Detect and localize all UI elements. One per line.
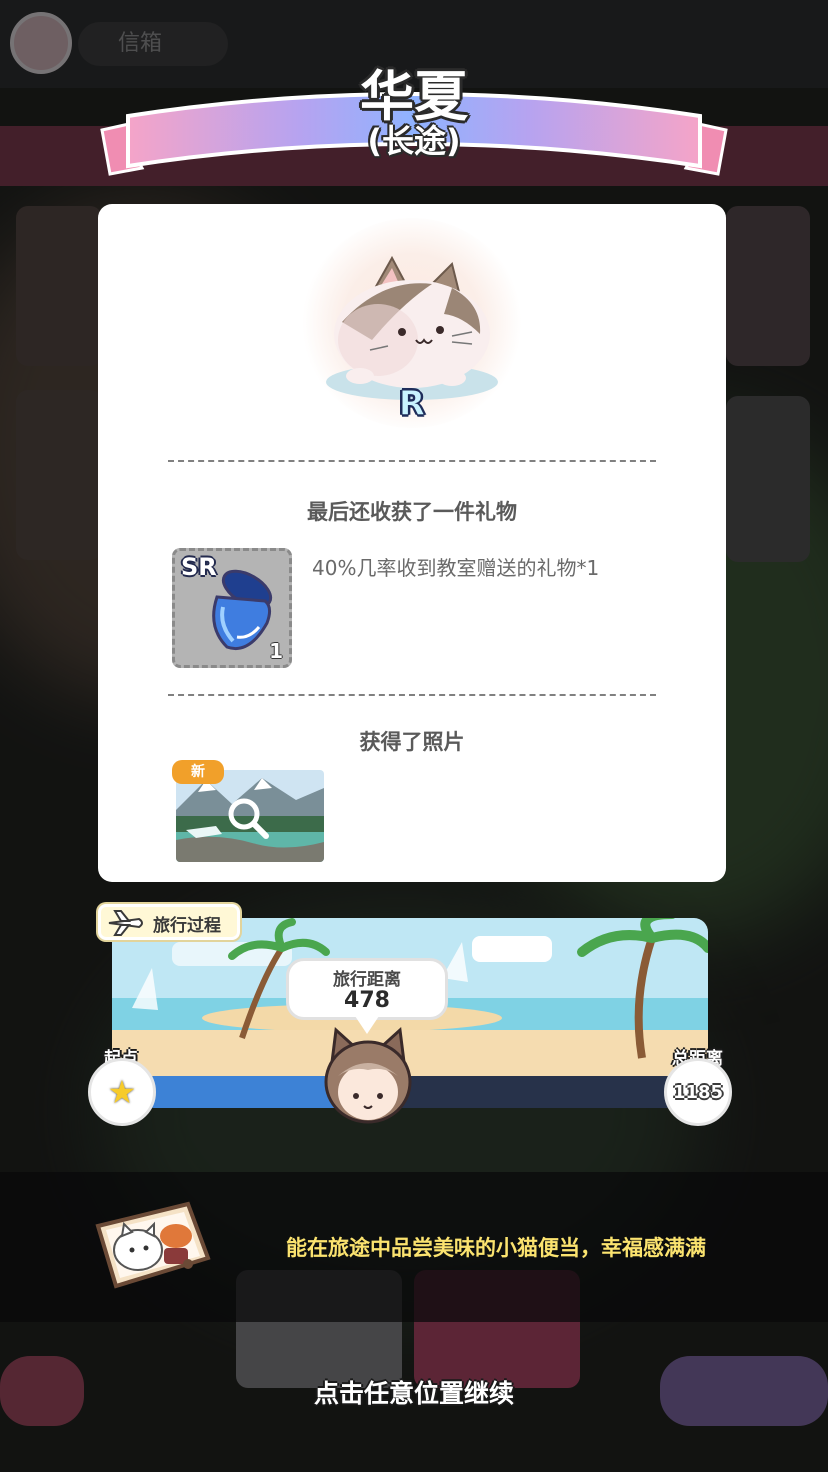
tap-to-continue-hint[interactable]: 点击任意位置继续 xyxy=(0,1374,828,1410)
distance-bubble: 旅行距离 478 xyxy=(286,958,448,1020)
distance-value: 478 xyxy=(344,988,390,1013)
cat-girl-progress-marker xyxy=(324,1026,412,1124)
gift-count: 1 xyxy=(269,639,283,663)
gift-item-slot[interactable]: SR 1 xyxy=(172,548,292,668)
total-distance-value: 1185 xyxy=(672,1082,724,1103)
divider xyxy=(168,460,656,462)
travel-process-tag: 旅行过程 xyxy=(98,904,240,940)
caption-text: 能在旅途中品尝美味的小猫便当，幸福感满满 xyxy=(286,1236,706,1260)
gift-section-title: 最后还收获了一件礼物 xyxy=(307,500,517,524)
airplane-icon xyxy=(108,910,143,936)
end-marker: 1185 xyxy=(664,1058,732,1126)
new-badge: 新 xyxy=(172,760,224,784)
star-icon: ★ xyxy=(107,1073,137,1111)
travel-process-label: 旅行过程 xyxy=(153,916,221,936)
gift-description: 40%几率收到教室赠送的礼物*1 xyxy=(312,556,600,580)
distance-label: 旅行距离 xyxy=(333,970,401,990)
divider xyxy=(168,694,656,696)
cat-rarity-badge: R xyxy=(398,384,426,425)
magnifier-icon xyxy=(228,798,269,839)
result-card: R 最后还收获了一件礼物 SR 1 40%几率收到教室赠送的礼物*1 获得了照片 xyxy=(98,204,726,882)
photo-section-title: 获得了照片 xyxy=(359,730,465,754)
trip-type-subtitle: (长途) xyxy=(367,122,461,160)
gift-rarity-tag: SR xyxy=(181,553,217,581)
start-marker: ★ xyxy=(88,1058,156,1126)
cat-bento-icon xyxy=(95,1201,211,1289)
